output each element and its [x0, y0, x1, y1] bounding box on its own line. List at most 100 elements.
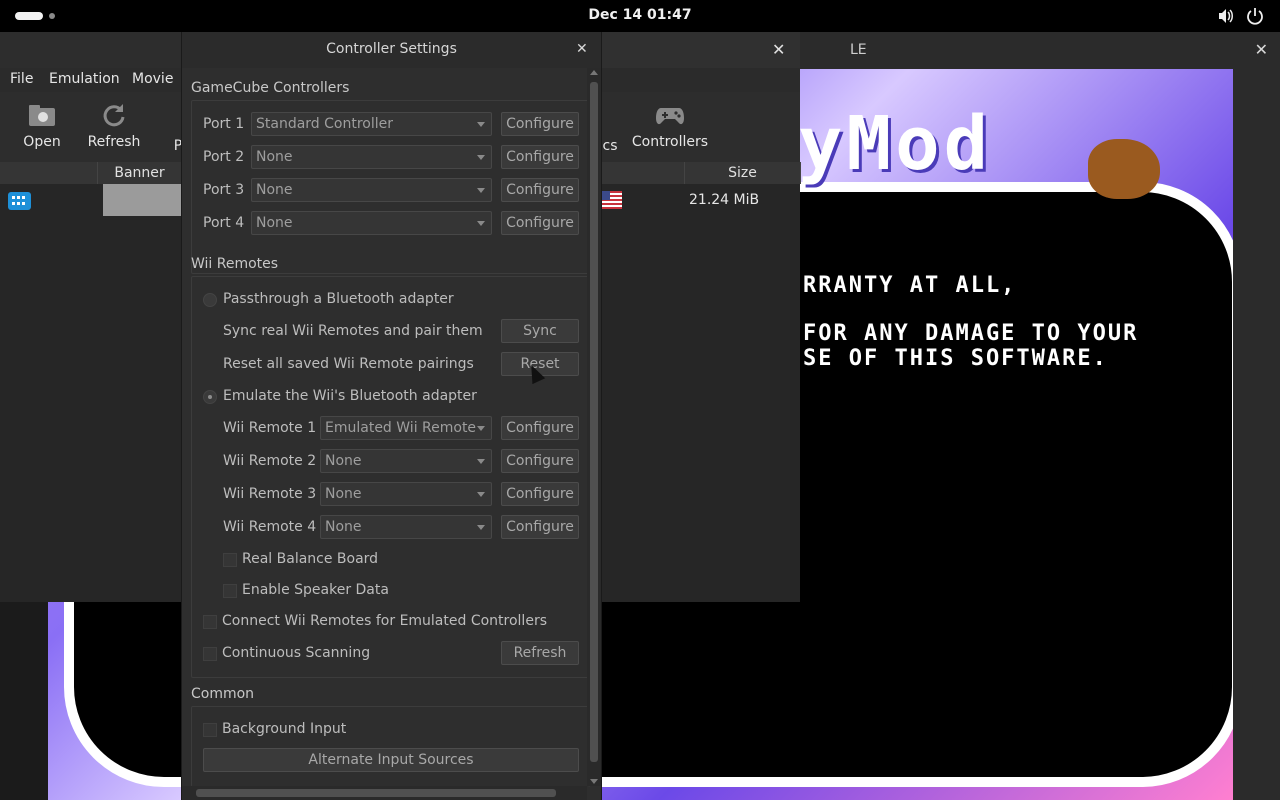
- game-window-titlebar[interactable]: LE ✕: [800, 32, 1280, 68]
- wii-remote-1-label: Wii Remote 1: [223, 420, 317, 436]
- game-close-icon[interactable]: ✕: [1255, 40, 1268, 59]
- speaker-data-checkbox[interactable]: [223, 584, 237, 598]
- menu-file[interactable]: File: [10, 71, 33, 87]
- balance-board-checkbox[interactable]: [223, 553, 237, 567]
- port-1-label: Port 1: [203, 116, 245, 132]
- vertical-scrollbar[interactable]: [587, 68, 601, 786]
- column-header-platform[interactable]: [0, 162, 98, 184]
- wii-remote-4-select[interactable]: None: [320, 515, 492, 539]
- continuous-scanning-checkbox[interactable]: [203, 647, 217, 661]
- wii-remote-2-configure-button[interactable]: Configure: [501, 449, 579, 473]
- main-close-icon[interactable]: ✕: [772, 40, 785, 59]
- wii-remote-3-configure-button[interactable]: Configure: [501, 482, 579, 506]
- sync-button[interactable]: Sync: [501, 319, 579, 343]
- common-group: [191, 706, 590, 787]
- gamepad-icon: [656, 108, 684, 125]
- wii-remote-2-select[interactable]: None: [320, 449, 492, 473]
- continuous-scanning-label[interactable]: Continuous Scanning: [222, 645, 370, 661]
- port-4-value: None: [256, 215, 293, 231]
- port-1-configure-button[interactable]: Configure: [501, 112, 579, 136]
- wii-remote-3-value: None: [325, 486, 362, 502]
- wii-platform-icon: [8, 192, 31, 210]
- port-3-configure-button[interactable]: Configure: [501, 178, 579, 202]
- menu-movie[interactable]: Movie: [132, 71, 173, 87]
- refresh-button[interactable]: Refresh: [501, 641, 579, 665]
- wii-remote-1-configure-button[interactable]: Configure: [501, 416, 579, 440]
- port-1-value: Standard Controller: [256, 116, 394, 132]
- passthrough-label[interactable]: Passthrough a Bluetooth adapter: [223, 291, 454, 307]
- menu-emulation[interactable]: Emulation: [49, 71, 120, 87]
- screen-text-line: RRANTY AT ALL,: [803, 273, 1017, 298]
- balance-board-label[interactable]: Real Balance Board: [242, 551, 378, 567]
- open-button[interactable]: Open: [20, 102, 64, 150]
- wii-remote-1-select[interactable]: Emulated Wii Remote: [320, 416, 492, 440]
- screen-text-line: SE OF THIS SOFTWARE.: [803, 346, 1108, 371]
- wii-remote-3-select[interactable]: None: [320, 482, 492, 506]
- wii-remote-3-label: Wii Remote 3: [223, 486, 317, 502]
- port-1-select[interactable]: Standard Controller: [251, 112, 492, 136]
- dialog-titlebar[interactable]: Controller Settings ✕: [182, 32, 601, 68]
- passthrough-radio[interactable]: [203, 293, 217, 307]
- port-4-select[interactable]: None: [251, 211, 492, 235]
- clock[interactable]: Dec 14 01:47: [0, 7, 1280, 23]
- chevron-down-icon: [477, 525, 485, 530]
- port-3-value: None: [256, 182, 293, 198]
- us-flag-icon: [601, 191, 622, 209]
- column-header-size[interactable]: Size: [685, 162, 801, 184]
- refresh-toolbar-button[interactable]: Refresh: [86, 102, 142, 150]
- wii-remote-2-value: None: [325, 453, 362, 469]
- background-input-checkbox[interactable]: [203, 723, 217, 737]
- refresh-icon: [103, 104, 125, 127]
- emulate-radio[interactable]: [203, 390, 217, 404]
- port-4-configure-button[interactable]: Configure: [501, 211, 579, 235]
- wii-remote-4-configure-button[interactable]: Configure: [501, 515, 579, 539]
- power-icon[interactable]: [1246, 7, 1264, 25]
- game-window-title: LE: [850, 42, 867, 58]
- chevron-down-icon: [477, 459, 485, 464]
- port-2-select[interactable]: None: [251, 145, 492, 169]
- horizontal-scroll-thumb[interactable]: [196, 789, 556, 797]
- main-window-titlebar[interactable]: [600, 32, 800, 68]
- volume-icon[interactable]: [1217, 7, 1235, 25]
- wii-remote-1-value: Emulated Wii Remote: [325, 420, 477, 436]
- column-header-region[interactable]: [600, 162, 685, 184]
- background-input-label[interactable]: Background Input: [222, 721, 346, 737]
- port-2-configure-button[interactable]: Configure: [501, 145, 579, 169]
- controllers-button[interactable]: Controllers: [630, 102, 710, 150]
- chevron-down-icon: [477, 155, 485, 160]
- horizontal-scrollbar[interactable]: [182, 786, 587, 800]
- refresh-label: Refresh: [87, 134, 141, 150]
- emulate-label[interactable]: Emulate the Wii's Bluetooth adapter: [223, 388, 477, 404]
- folder-icon: [29, 105, 55, 126]
- top-bar: Dec 14 01:47: [0, 0, 1280, 32]
- port-3-label: Port 3: [203, 182, 245, 198]
- port-3-select[interactable]: None: [251, 178, 492, 202]
- game-logo-text: yMod: [798, 101, 993, 187]
- controller-settings-dialog: Controller Settings ✕ GameCube Controlle…: [181, 32, 602, 800]
- wii-remote-2-label: Wii Remote 2: [223, 453, 317, 469]
- port-4-label: Port 4: [203, 215, 245, 231]
- open-label: Open: [23, 134, 61, 150]
- wii-remote-4-value: None: [325, 519, 362, 535]
- scroll-down-icon[interactable]: [590, 779, 598, 784]
- controllers-label: Controllers: [631, 134, 709, 150]
- column-header-banner[interactable]: Banner: [98, 162, 182, 184]
- scroll-up-icon[interactable]: [590, 70, 598, 75]
- port-2-value: None: [256, 149, 293, 165]
- vertical-scroll-thumb[interactable]: [590, 82, 598, 762]
- chevron-down-icon: [477, 188, 485, 193]
- wii-remotes-heading: Wii Remotes: [191, 256, 279, 272]
- reset-pairings-label: Reset all saved Wii Remote pairings: [223, 356, 474, 372]
- connect-remotes-label[interactable]: Connect Wii Remotes for Emulated Control…: [222, 613, 547, 629]
- connect-remotes-checkbox[interactable]: [203, 615, 217, 629]
- dialog-close-icon[interactable]: ✕: [576, 41, 588, 57]
- common-heading: Common: [191, 686, 255, 702]
- speaker-data-label[interactable]: Enable Speaker Data: [242, 582, 389, 598]
- dog-mascot-image: [1088, 139, 1160, 199]
- sync-label: Sync real Wii Remotes and pair them: [223, 323, 483, 339]
- toolbar-partial-right[interactable]: cs: [600, 138, 620, 154]
- chevron-down-icon: [477, 492, 485, 497]
- game-size-value: 21.24 MiB: [689, 192, 760, 208]
- port-2-label: Port 2: [203, 149, 245, 165]
- alternate-input-sources-button[interactable]: Alternate Input Sources: [203, 748, 579, 772]
